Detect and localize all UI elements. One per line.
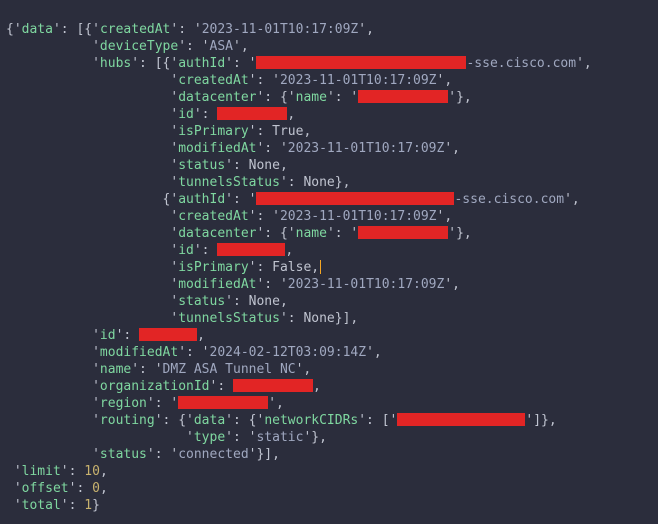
key-limit: limit xyxy=(22,464,61,479)
val-isPrimary-h1: True xyxy=(272,124,303,139)
key-createdAt: createdAt xyxy=(100,22,170,37)
val-authId-suffix-2: -sse.cisco.com xyxy=(454,192,564,207)
redacted-region xyxy=(178,396,268,409)
val-name: DMZ ASA Tunnel NC xyxy=(163,362,296,377)
val-status: connected xyxy=(178,447,248,462)
key-authId-2: authId xyxy=(178,192,225,207)
key-modifiedAt-h1: modifiedAt xyxy=(178,141,256,156)
code-output: {'data': [{'createdAt': '2023-11-01T10:1… xyxy=(0,0,658,518)
redacted-dcname-2 xyxy=(358,226,448,239)
key-routing-data: data xyxy=(194,413,225,428)
redacted-authId-2 xyxy=(256,192,454,205)
key-routing: routing xyxy=(100,413,155,428)
redacted-id xyxy=(139,328,197,341)
key-isPrimary-h2: isPrimary xyxy=(178,260,248,275)
key-dcname-h2: name xyxy=(296,226,327,241)
val-modifiedAt: 2024-02-12T03:09:14Z xyxy=(210,345,367,360)
redacted-authId-1 xyxy=(256,56,466,69)
val-modifiedAt-h2: 2023-11-01T10:17:09Z xyxy=(288,277,445,292)
redacted-organizationId xyxy=(233,379,313,392)
key-id: id xyxy=(100,328,116,343)
key-offset: offset xyxy=(22,481,69,496)
key-status: status xyxy=(100,447,147,462)
key-authId: authId xyxy=(178,56,225,71)
key-name: name xyxy=(100,362,131,377)
key-region: region xyxy=(100,396,147,411)
val-createdAt-h1: 2023-11-01T10:17:09Z xyxy=(280,73,437,88)
redacted-id-h2 xyxy=(217,243,285,256)
val-tunnelsStatus-h2: None xyxy=(303,311,334,326)
val-type: static xyxy=(256,430,303,445)
val-status-h2: None xyxy=(249,294,280,309)
key-type: type xyxy=(194,430,225,445)
key-status-h2: status xyxy=(178,294,225,309)
val-limit: 10 xyxy=(84,464,100,479)
key-total: total xyxy=(22,498,61,513)
key-isPrimary-h1: isPrimary xyxy=(178,124,248,139)
key-modifiedAt: modifiedAt xyxy=(100,345,178,360)
val-tunnelsStatus-h1: None xyxy=(303,175,334,190)
key-id-h1: id xyxy=(178,107,194,122)
val-createdAt: 2023-11-01T10:17:09Z xyxy=(202,22,359,37)
redacted-networkCIDRs xyxy=(397,413,525,426)
key-id-h2: id xyxy=(178,243,194,258)
key-datacenter-h2: datacenter xyxy=(178,226,256,241)
key-data: data xyxy=(22,22,53,37)
key-dcname-h1: name xyxy=(296,90,327,105)
key-hubs: hubs xyxy=(100,56,131,71)
key-createdAt-h2: createdAt xyxy=(178,209,248,224)
val-modifiedAt-h1: 2023-11-01T10:17:09Z xyxy=(288,141,445,156)
key-deviceType: deviceType xyxy=(100,39,178,54)
val-total: 1 xyxy=(84,498,92,513)
val-isPrimary-h2: False xyxy=(272,260,311,275)
val-createdAt-h2: 2023-11-01T10:17:09Z xyxy=(280,209,437,224)
key-tunnelsStatus-h2: tunnelsStatus xyxy=(178,311,280,326)
key-modifiedAt-h2: modifiedAt xyxy=(178,277,256,292)
key-status-h1: status xyxy=(178,158,225,173)
key-networkCIDRs: networkCIDRs xyxy=(264,413,358,428)
key-tunnelsStatus-h1: tunnelsStatus xyxy=(178,175,280,190)
text-cursor xyxy=(320,260,321,274)
val-deviceType: ASA xyxy=(210,39,233,54)
redacted-id-h1 xyxy=(217,107,287,120)
val-offset: 0 xyxy=(92,481,100,496)
key-createdAt-h1: createdAt xyxy=(178,73,248,88)
key-organizationId: organizationId xyxy=(100,379,210,394)
val-status-h1: None xyxy=(249,158,280,173)
val-authId-suffix-1: -sse.cisco.com xyxy=(466,56,576,71)
key-datacenter-h1: datacenter xyxy=(178,90,256,105)
redacted-dcname-1 xyxy=(358,90,448,103)
